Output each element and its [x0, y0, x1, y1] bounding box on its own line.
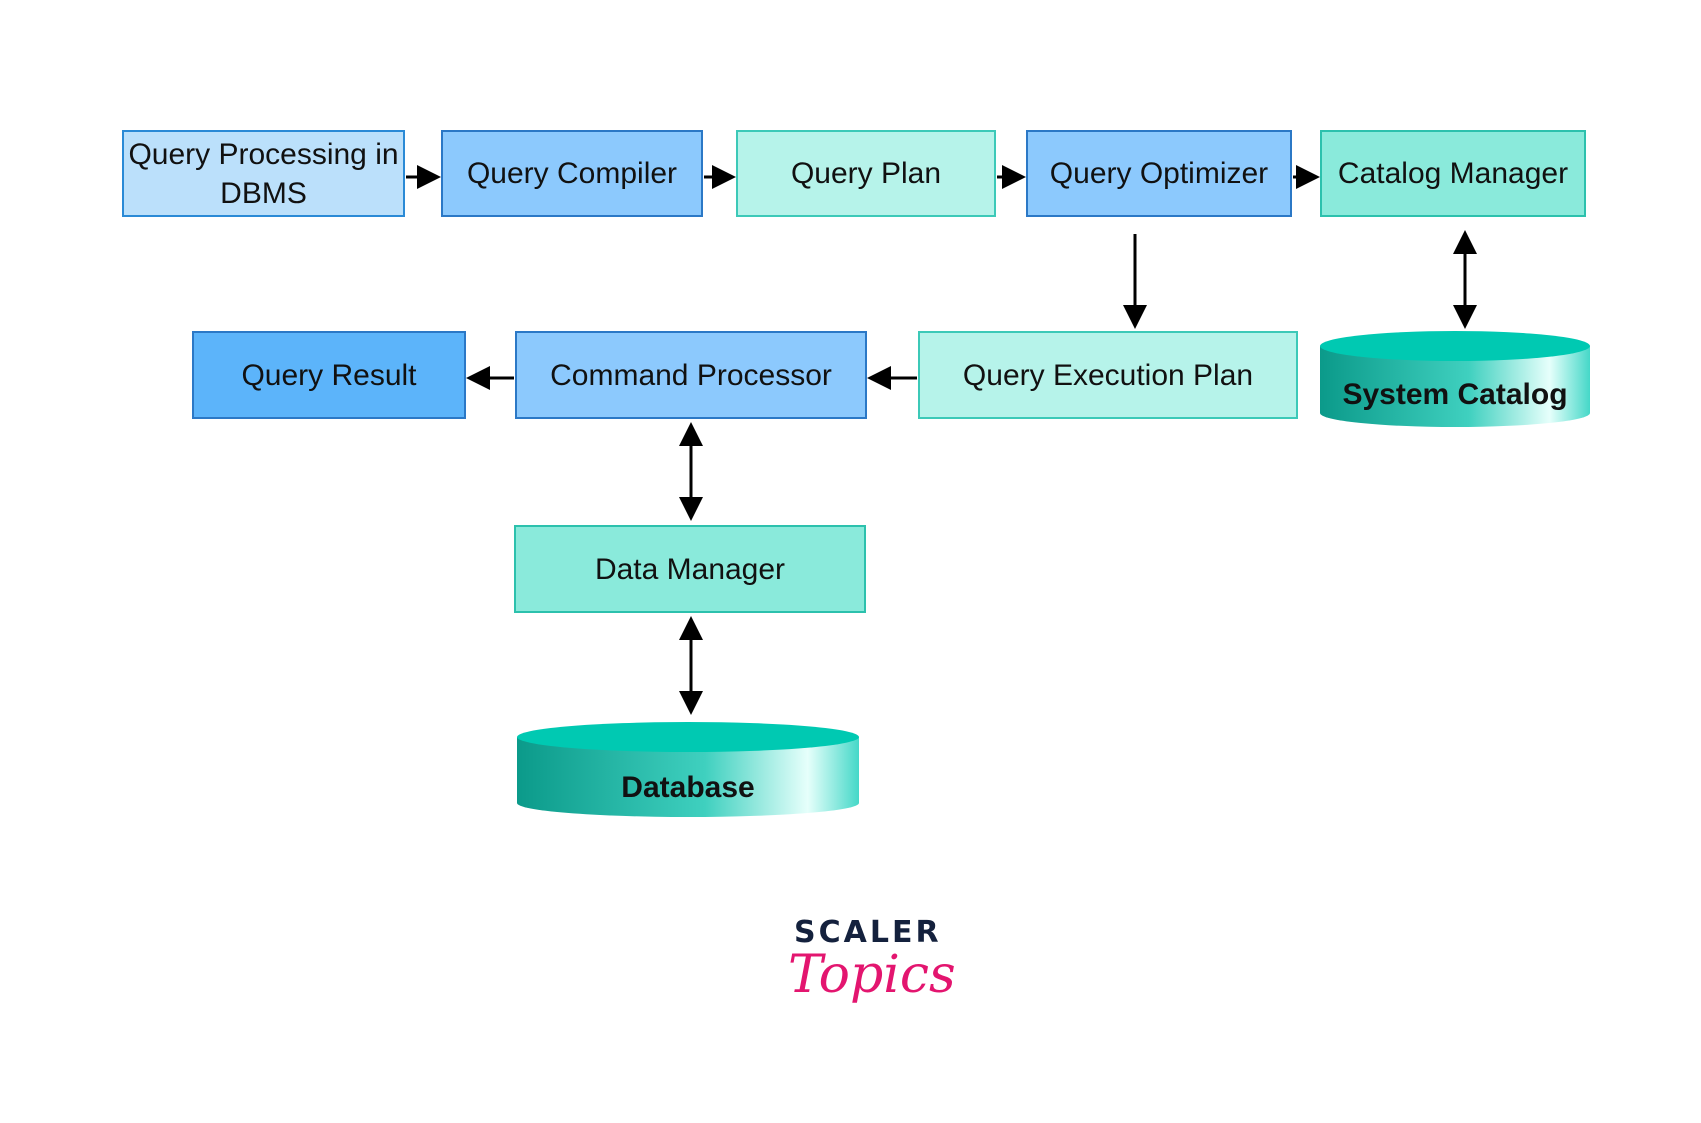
logo-topics-text: Topics	[788, 945, 956, 1005]
node-label: System Catalog	[1342, 378, 1567, 411]
scaler-topics-logo: SCALER Topics	[770, 915, 956, 1045]
node-label: Database	[621, 771, 754, 804]
node-database: Database	[517, 722, 859, 817]
node-system-catalog: System Catalog	[1320, 331, 1590, 427]
